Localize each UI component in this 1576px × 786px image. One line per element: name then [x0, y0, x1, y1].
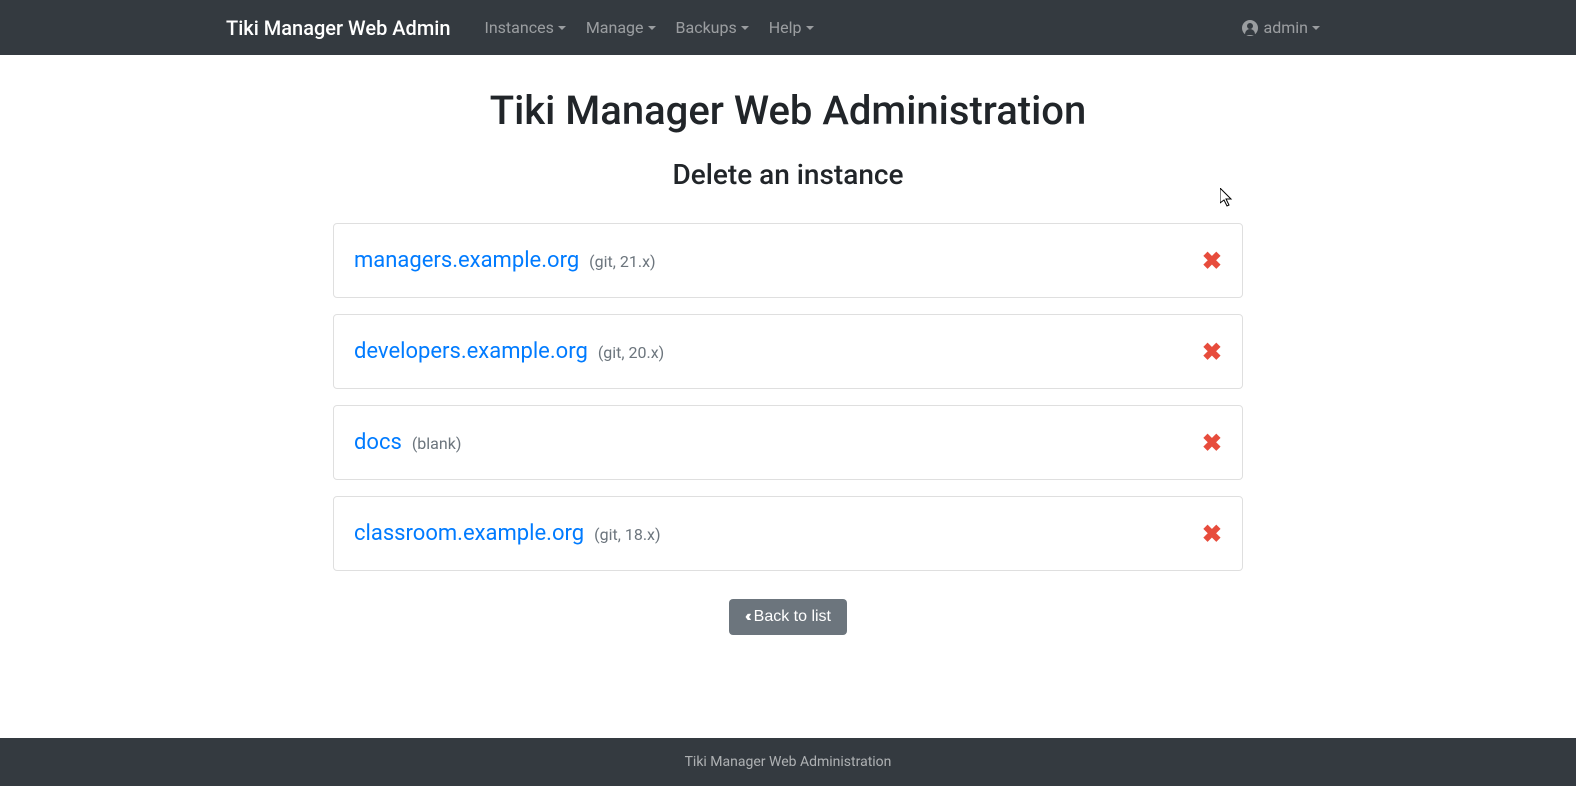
instance-info: managers.example.org (git, 21.x) — [354, 248, 656, 273]
navbar-brand[interactable]: Tiki Manager Web Admin — [226, 16, 450, 40]
caret-down-icon — [806, 26, 814, 30]
nav-instances[interactable]: Instances — [474, 10, 575, 45]
chevrons-left-icon: ‹‹ — [745, 608, 748, 626]
caret-down-icon — [558, 26, 566, 30]
instance-meta: (git, 20.x) — [598, 343, 664, 362]
nav-label: Help — [769, 18, 802, 37]
instance-link[interactable]: developers.example.org — [354, 339, 588, 364]
instance-list: managers.example.org (git, 21.x) ✖ devel… — [333, 223, 1243, 571]
instance-info: classroom.example.org (git, 18.x) — [354, 521, 661, 546]
nav-help[interactable]: Help — [759, 10, 824, 45]
nav-manage[interactable]: Manage — [576, 10, 666, 45]
delete-icon[interactable]: ✖ — [1202, 340, 1222, 364]
nav-items: Instances Manage Backups Help — [474, 10, 823, 45]
instance-item: managers.example.org (git, 21.x) ✖ — [333, 223, 1243, 298]
delete-icon[interactable]: ✖ — [1202, 249, 1222, 273]
delete-icon[interactable]: ✖ — [1202, 522, 1222, 546]
navbar: Tiki Manager Web Admin Instances Manage … — [0, 0, 1576, 55]
instance-meta: (blank) — [412, 434, 462, 453]
page-subtitle: Delete an instance — [333, 158, 1243, 191]
instance-item: classroom.example.org (git, 18.x) ✖ — [333, 496, 1243, 571]
instance-info: docs (blank) — [354, 430, 461, 455]
main-container: Tiki Manager Web Administration Delete a… — [318, 87, 1258, 635]
instance-link[interactable]: managers.example.org — [354, 248, 579, 273]
caret-down-icon — [1312, 26, 1320, 30]
nav-label: Instances — [484, 18, 553, 37]
instance-meta: (git, 18.x) — [594, 525, 660, 544]
navbar-right: admin — [1232, 10, 1330, 45]
nav-label: Manage — [586, 18, 644, 37]
instance-item: developers.example.org (git, 20.x) ✖ — [333, 314, 1243, 389]
user-name: admin — [1264, 18, 1308, 37]
footer: Tiki Manager Web Administration — [0, 738, 1576, 786]
user-icon — [1242, 20, 1258, 36]
back-to-list-button[interactable]: ‹‹ Back to list — [729, 599, 847, 635]
instance-link[interactable]: classroom.example.org — [354, 521, 584, 546]
instance-link[interactable]: docs — [354, 430, 402, 455]
nav-backups[interactable]: Backups — [666, 10, 759, 45]
page-title: Tiki Manager Web Administration — [333, 87, 1243, 134]
back-button-label: Back to list — [754, 608, 831, 626]
user-menu[interactable]: admin — [1232, 10, 1330, 45]
back-button-wrapper: ‹‹ Back to list — [333, 599, 1243, 635]
navbar-left: Tiki Manager Web Admin Instances Manage … — [226, 10, 824, 45]
nav-label: Backups — [676, 18, 737, 37]
instance-info: developers.example.org (git, 20.x) — [354, 339, 664, 364]
delete-icon[interactable]: ✖ — [1202, 431, 1222, 455]
instance-meta: (git, 21.x) — [589, 252, 655, 271]
footer-text: Tiki Manager Web Administration — [685, 754, 892, 770]
caret-down-icon — [648, 26, 656, 30]
caret-down-icon — [741, 26, 749, 30]
instance-item: docs (blank) ✖ — [333, 405, 1243, 480]
